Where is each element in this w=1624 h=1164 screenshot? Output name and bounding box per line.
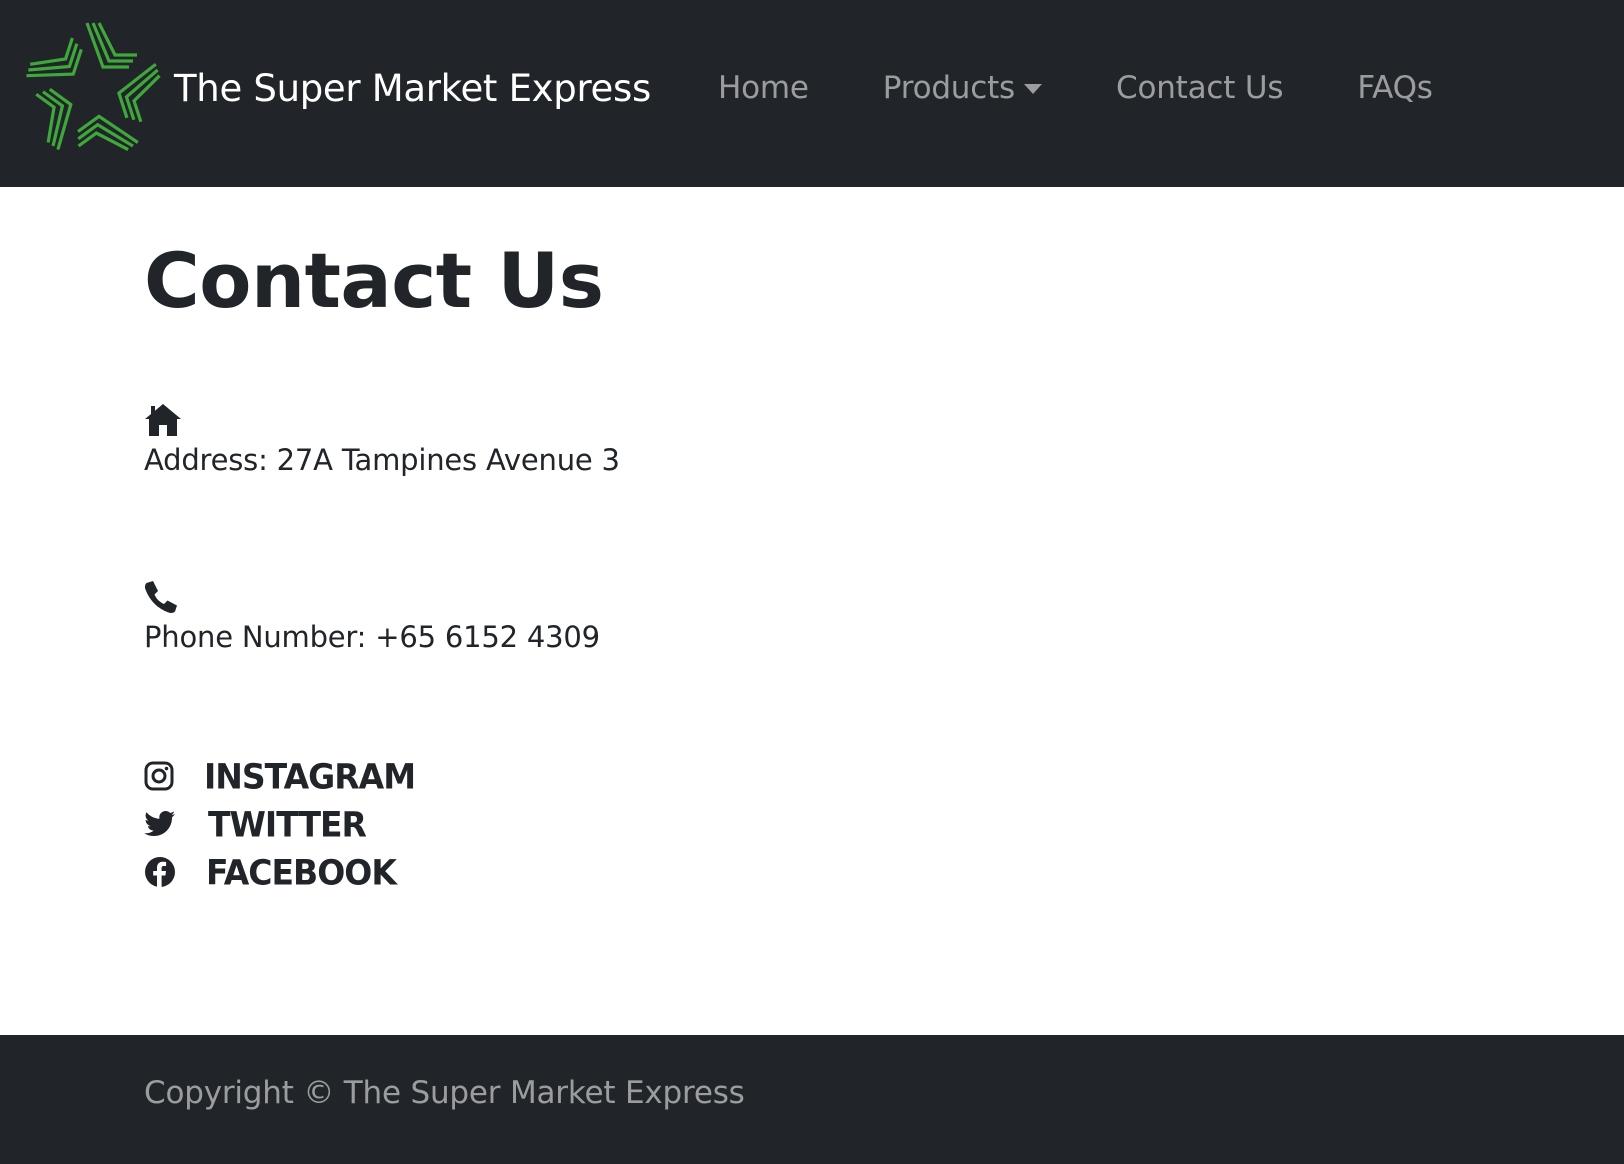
phone-text: Phone Number: +65 6152 4309: [144, 620, 600, 654]
instagram-label: INSTAGRAM: [204, 755, 416, 797]
brand-name: The Super Market Express: [174, 66, 651, 110]
facebook-link[interactable]: FACEBOOK: [144, 848, 415, 896]
nav-links: Home Products Contact Us FAQs: [718, 70, 1507, 106]
facebook-icon: [145, 857, 175, 887]
page-title: Contact Us: [144, 236, 604, 325]
nav-link-home[interactable]: Home: [718, 70, 809, 106]
nav-link-faqs[interactable]: FAQs: [1357, 70, 1433, 106]
home-icon: [145, 404, 181, 436]
address-block: Address: 27A Tampines Avenue 3: [144, 403, 620, 477]
social-links: INSTAGRAM TWITTER FACEBOOK: [144, 752, 416, 896]
nav-link-products[interactable]: Products: [882, 70, 1043, 106]
brand-link[interactable]: The Super Market Express: [22, 20, 651, 162]
phone-icon: [144, 581, 177, 614]
twitter-icon: [144, 811, 175, 836]
green-star-logo: [22, 22, 164, 162]
navbar: The Super Market Express Home Products C…: [0, 0, 1624, 187]
twitter-label: TWITTER: [208, 803, 367, 845]
footer: Copyright © The Super Market Express: [0, 1035, 1624, 1164]
instagram-icon: [144, 761, 174, 791]
copyright-text: Copyright © The Super Market Express: [144, 1075, 745, 1111]
nav-link-contact-us[interactable]: Contact Us: [1116, 70, 1284, 106]
instagram-link[interactable]: INSTAGRAM: [144, 752, 416, 800]
phone-block: Phone Number: +65 6152 4309: [144, 580, 600, 654]
nav-link-products-label: Products: [882, 70, 1016, 106]
facebook-label: FACEBOOK: [206, 851, 397, 893]
twitter-link[interactable]: TWITTER: [144, 800, 415, 848]
caret-down-icon: [1024, 84, 1043, 94]
address-text: Address: 27A Tampines Avenue 3: [144, 443, 620, 477]
